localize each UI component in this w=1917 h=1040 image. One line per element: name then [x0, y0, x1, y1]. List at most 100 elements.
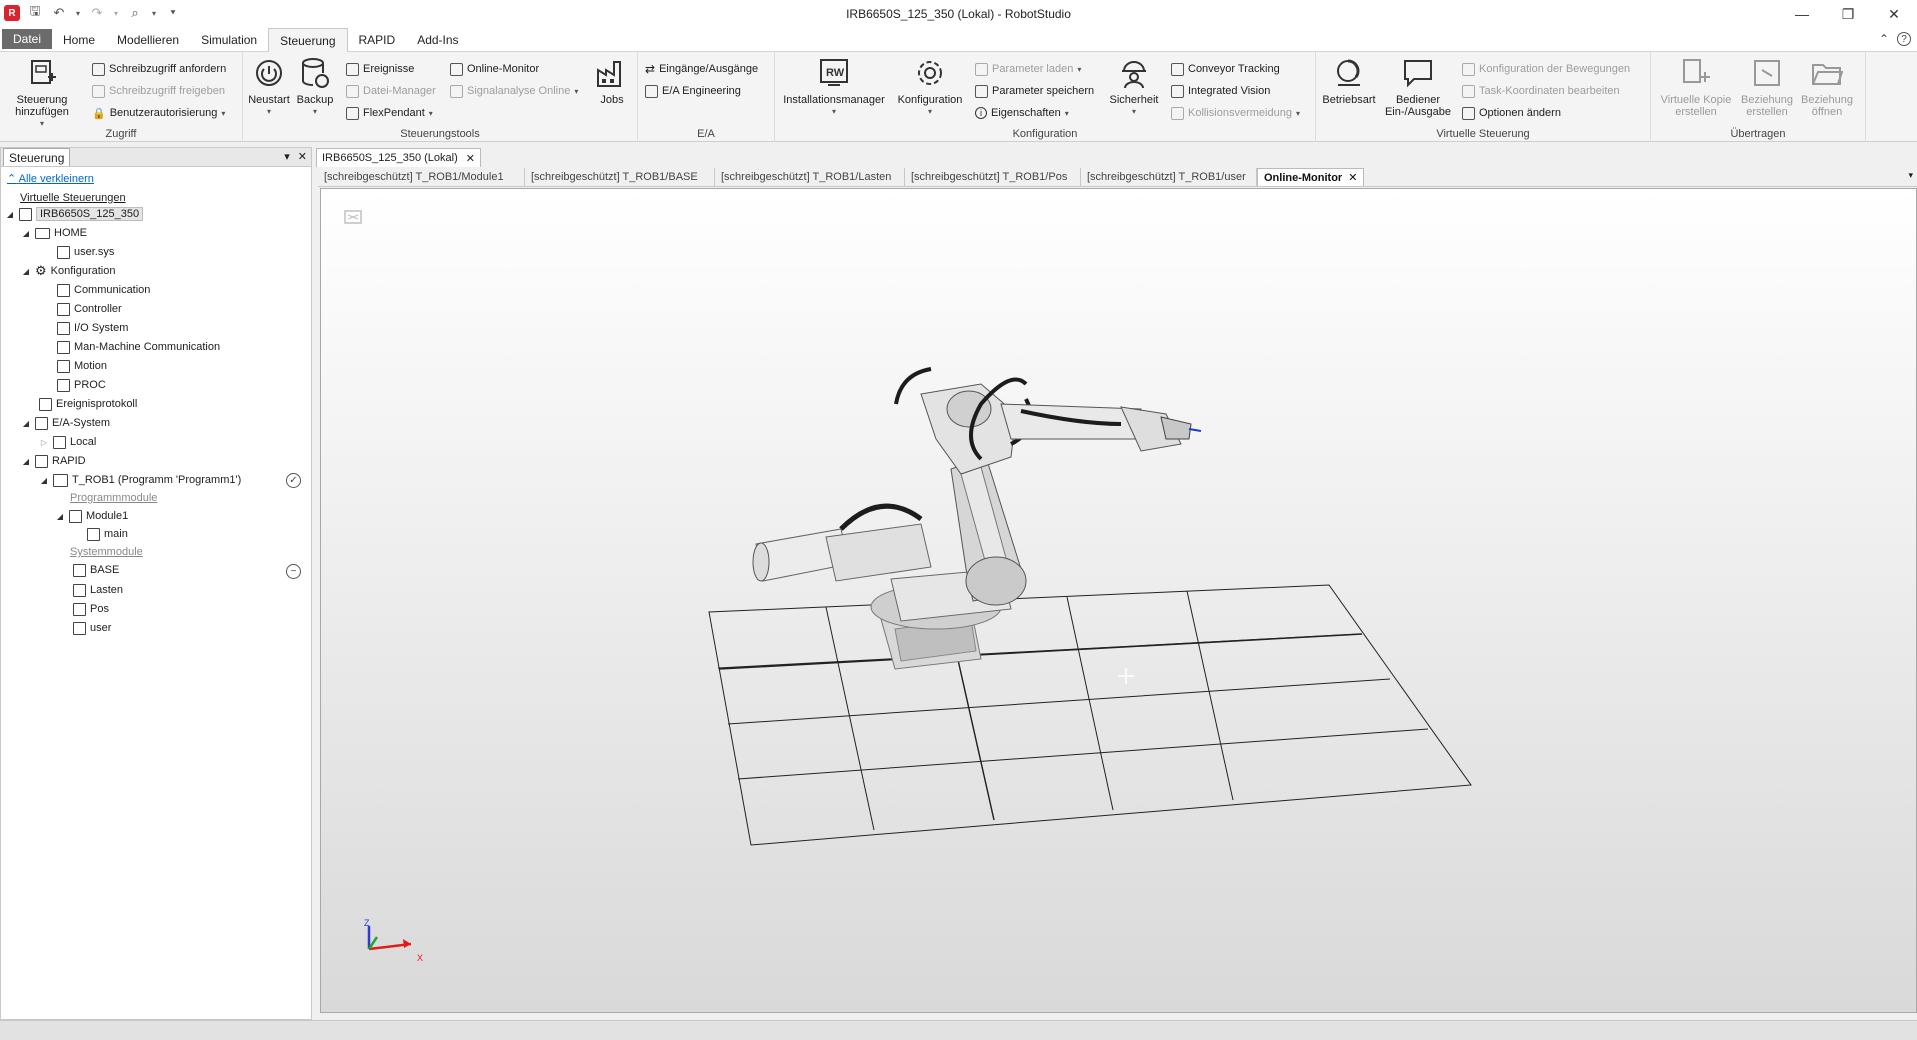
- minimize-button[interactable]: —: [1779, 0, 1825, 28]
- collapse-all-link[interactable]: ⌃ Alle verkleinern: [7, 172, 94, 185]
- expanded-icon[interactable]: ◢: [21, 419, 31, 428]
- expanded-icon[interactable]: ◢: [21, 229, 31, 238]
- undo-icon[interactable]: ↶: [50, 4, 68, 22]
- search-icon[interactable]: ⌕: [126, 4, 144, 22]
- request-write-button[interactable]: Schreibzugriff anfordern: [92, 60, 226, 78]
- operating-mode-button[interactable]: Betriebsart: [1320, 56, 1378, 106]
- tree-system-modules[interactable]: Systemmodule: [70, 544, 143, 560]
- undo-dropdown-icon[interactable]: ▾: [74, 4, 82, 22]
- tab-home[interactable]: Home: [52, 29, 106, 51]
- redo-dropdown-icon[interactable]: ▾: [112, 4, 120, 22]
- create-relation-button[interactable]: Beziehung erstellen: [1737, 56, 1797, 118]
- tab-modellieren[interactable]: Modellieren: [106, 29, 190, 51]
- panel-dropdown-icon[interactable]: ▾: [284, 150, 290, 163]
- conveyor-tracking-button[interactable]: Conveyor Tracking: [1171, 60, 1280, 78]
- help-icon[interactable]: ?: [1897, 32, 1911, 46]
- save-parameters-button[interactable]: Parameter speichern: [975, 82, 1094, 100]
- robotstudio-logo-icon[interactable]: R: [4, 5, 20, 21]
- events-button[interactable]: Ereignisse: [346, 60, 414, 78]
- expanded-icon[interactable]: ◢: [55, 512, 65, 521]
- editor-tab-lasten[interactable]: [schreibgeschützt] T_ROB1/Lasten: [715, 168, 905, 186]
- tree-root[interactable]: Virtuelle Steuerungen: [20, 190, 126, 206]
- expanded-icon[interactable]: ◢: [21, 457, 31, 466]
- tree-cfg-item[interactable]: I/O System: [57, 320, 128, 336]
- tree-main[interactable]: main: [87, 526, 128, 542]
- document-tab-controller[interactable]: IRB6650S_125_350 (Lokal) ✕: [316, 148, 481, 167]
- release-write-button[interactable]: Schreibzugriff freigeben: [92, 82, 225, 100]
- editor-tab-base[interactable]: [schreibgeschützt] T_ROB1/BASE: [525, 168, 715, 186]
- change-options-button[interactable]: Optionen ändern: [1462, 104, 1561, 122]
- editor-tab-module1[interactable]: [schreibgeschützt] T_ROB1/Module1: [318, 168, 525, 186]
- jobs-button[interactable]: Jobs: [593, 56, 631, 106]
- restore-button[interactable]: ❐: [1825, 0, 1871, 28]
- view-settings-icon[interactable]: [344, 210, 362, 224]
- expanded-icon[interactable]: ◢: [39, 476, 49, 485]
- tree-user-sys[interactable]: user.sys: [57, 244, 114, 260]
- io-engineering-button[interactable]: E/A Engineering: [645, 82, 741, 100]
- tree-rapid[interactable]: ◢ RAPID: [21, 453, 86, 469]
- tree-cfg-item[interactable]: Man-Machine Communication: [57, 339, 220, 355]
- editor-tab-pos[interactable]: [schreibgeschützt] T_ROB1/Pos: [905, 168, 1081, 186]
- tree-sys-item[interactable]: BASE: [73, 562, 119, 578]
- tree-cfg-item[interactable]: PROC: [57, 377, 106, 393]
- tab-list-dropdown-icon[interactable]: ▾: [1908, 170, 1913, 181]
- expanded-icon[interactable]: ◢: [21, 267, 31, 276]
- robot-irb6650s-model[interactable]: [752, 367, 1202, 670]
- tree-io-system[interactable]: ◢ E/A-System: [21, 415, 110, 431]
- tree-cfg-item[interactable]: Communication: [57, 282, 150, 298]
- file-manager-button[interactable]: Datei-Manager: [346, 82, 436, 100]
- tree-program-modules[interactable]: Programmmodule: [70, 490, 157, 506]
- tab-add-ins[interactable]: Add-Ins: [406, 29, 469, 51]
- integrated-vision-button[interactable]: Integrated Vision: [1171, 82, 1270, 100]
- tab-simulation[interactable]: Simulation: [190, 29, 268, 51]
- tree-cfg-item[interactable]: Motion: [57, 358, 107, 374]
- tree-sys-item[interactable]: Pos: [73, 601, 109, 617]
- tree-home[interactable]: ◢ HOME: [21, 225, 87, 241]
- tree-event-log[interactable]: Ereignisprotokoll: [39, 396, 137, 412]
- installation-manager-button[interactable]: RW Installationsmanager ▾: [779, 56, 889, 118]
- tree-controller[interactable]: ◢ IRB6650S_125_350: [5, 206, 144, 222]
- close-button[interactable]: ✕: [1871, 0, 1917, 28]
- tree-task[interactable]: ◢ T_ROB1 (Programm 'Programm1'): [39, 472, 241, 488]
- tab-rapid[interactable]: RAPID: [348, 29, 407, 51]
- task-frames-button[interactable]: Task-Koordinaten bearbeiten: [1462, 82, 1620, 100]
- collision-avoidance-button[interactable]: Kollisionsvermeidung ▾: [1171, 104, 1300, 122]
- panel-tab-steuerung[interactable]: Steuerung: [3, 148, 71, 166]
- online-monitor-button[interactable]: Online-Monitor: [450, 60, 539, 78]
- search-dropdown-icon[interactable]: ▾: [150, 4, 158, 22]
- configuration-button[interactable]: Konfiguration ▾: [891, 56, 969, 118]
- safety-button[interactable]: Sicherheit ▾: [1105, 56, 1163, 118]
- load-parameters-button[interactable]: Parameter laden ▾: [975, 60, 1081, 78]
- add-controller-button[interactable]: Steuerung hinzufügen ▾: [6, 56, 78, 130]
- motion-configuration-button[interactable]: Konfiguration der Bewegungen: [1462, 60, 1630, 78]
- tree-local[interactable]: ▷ Local: [39, 434, 96, 450]
- tree-sys-item[interactable]: user: [73, 620, 111, 636]
- tab-datei[interactable]: Datei: [2, 29, 53, 49]
- editor-tab-online-monitor[interactable]: Online-Monitor ✕: [1257, 168, 1365, 186]
- editor-tab-user[interactable]: [schreibgeschützt] T_ROB1/user: [1081, 168, 1257, 186]
- save-icon[interactable]: 🖫: [26, 3, 44, 22]
- operator-io-button[interactable]: Bediener Ein-/Ausgabe: [1380, 56, 1456, 118]
- customize-toolbar-icon[interactable]: ⯆: [164, 4, 182, 22]
- tree-module1[interactable]: ◢ Module1: [55, 508, 128, 524]
- flexpendant-button[interactable]: FlexPendant ▾: [346, 104, 433, 122]
- user-authorization-button[interactable]: 🔒 Benutzerautorisierung ▾: [92, 104, 225, 122]
- ribbon-collapse-icon[interactable]: ⌃: [1879, 32, 1889, 46]
- tree-cfg-item[interactable]: Controller: [57, 301, 122, 317]
- expanded-icon[interactable]: ◢: [5, 210, 15, 219]
- virtual-copy-button[interactable]: Virtuelle Kopie erstellen: [1655, 56, 1737, 118]
- collapsed-icon[interactable]: ▷: [39, 438, 49, 447]
- properties-button[interactable]: i Eigenschaften ▾: [975, 104, 1069, 122]
- close-icon[interactable]: ✕: [466, 152, 475, 165]
- redo-icon[interactable]: ↷: [88, 4, 106, 22]
- inputs-outputs-button[interactable]: ⇄ Eingänge/Ausgänge: [645, 60, 758, 78]
- restart-button[interactable]: Neustart ▾: [247, 56, 291, 118]
- online-monitor-3d-view[interactable]: Z X: [320, 188, 1917, 1013]
- tab-steuerung[interactable]: Steuerung: [268, 28, 348, 52]
- backup-button[interactable]: Backup ▾: [293, 56, 337, 118]
- tree-sys-item[interactable]: Lasten: [73, 582, 123, 598]
- close-icon[interactable]: ✕: [1348, 171, 1357, 184]
- open-relation-button[interactable]: Beziehung öffnen: [1797, 56, 1857, 118]
- tree-configuration[interactable]: ◢ ⚙ Konfiguration: [21, 263, 116, 279]
- signal-analysis-button[interactable]: Signalanalyse Online ▾: [450, 82, 578, 100]
